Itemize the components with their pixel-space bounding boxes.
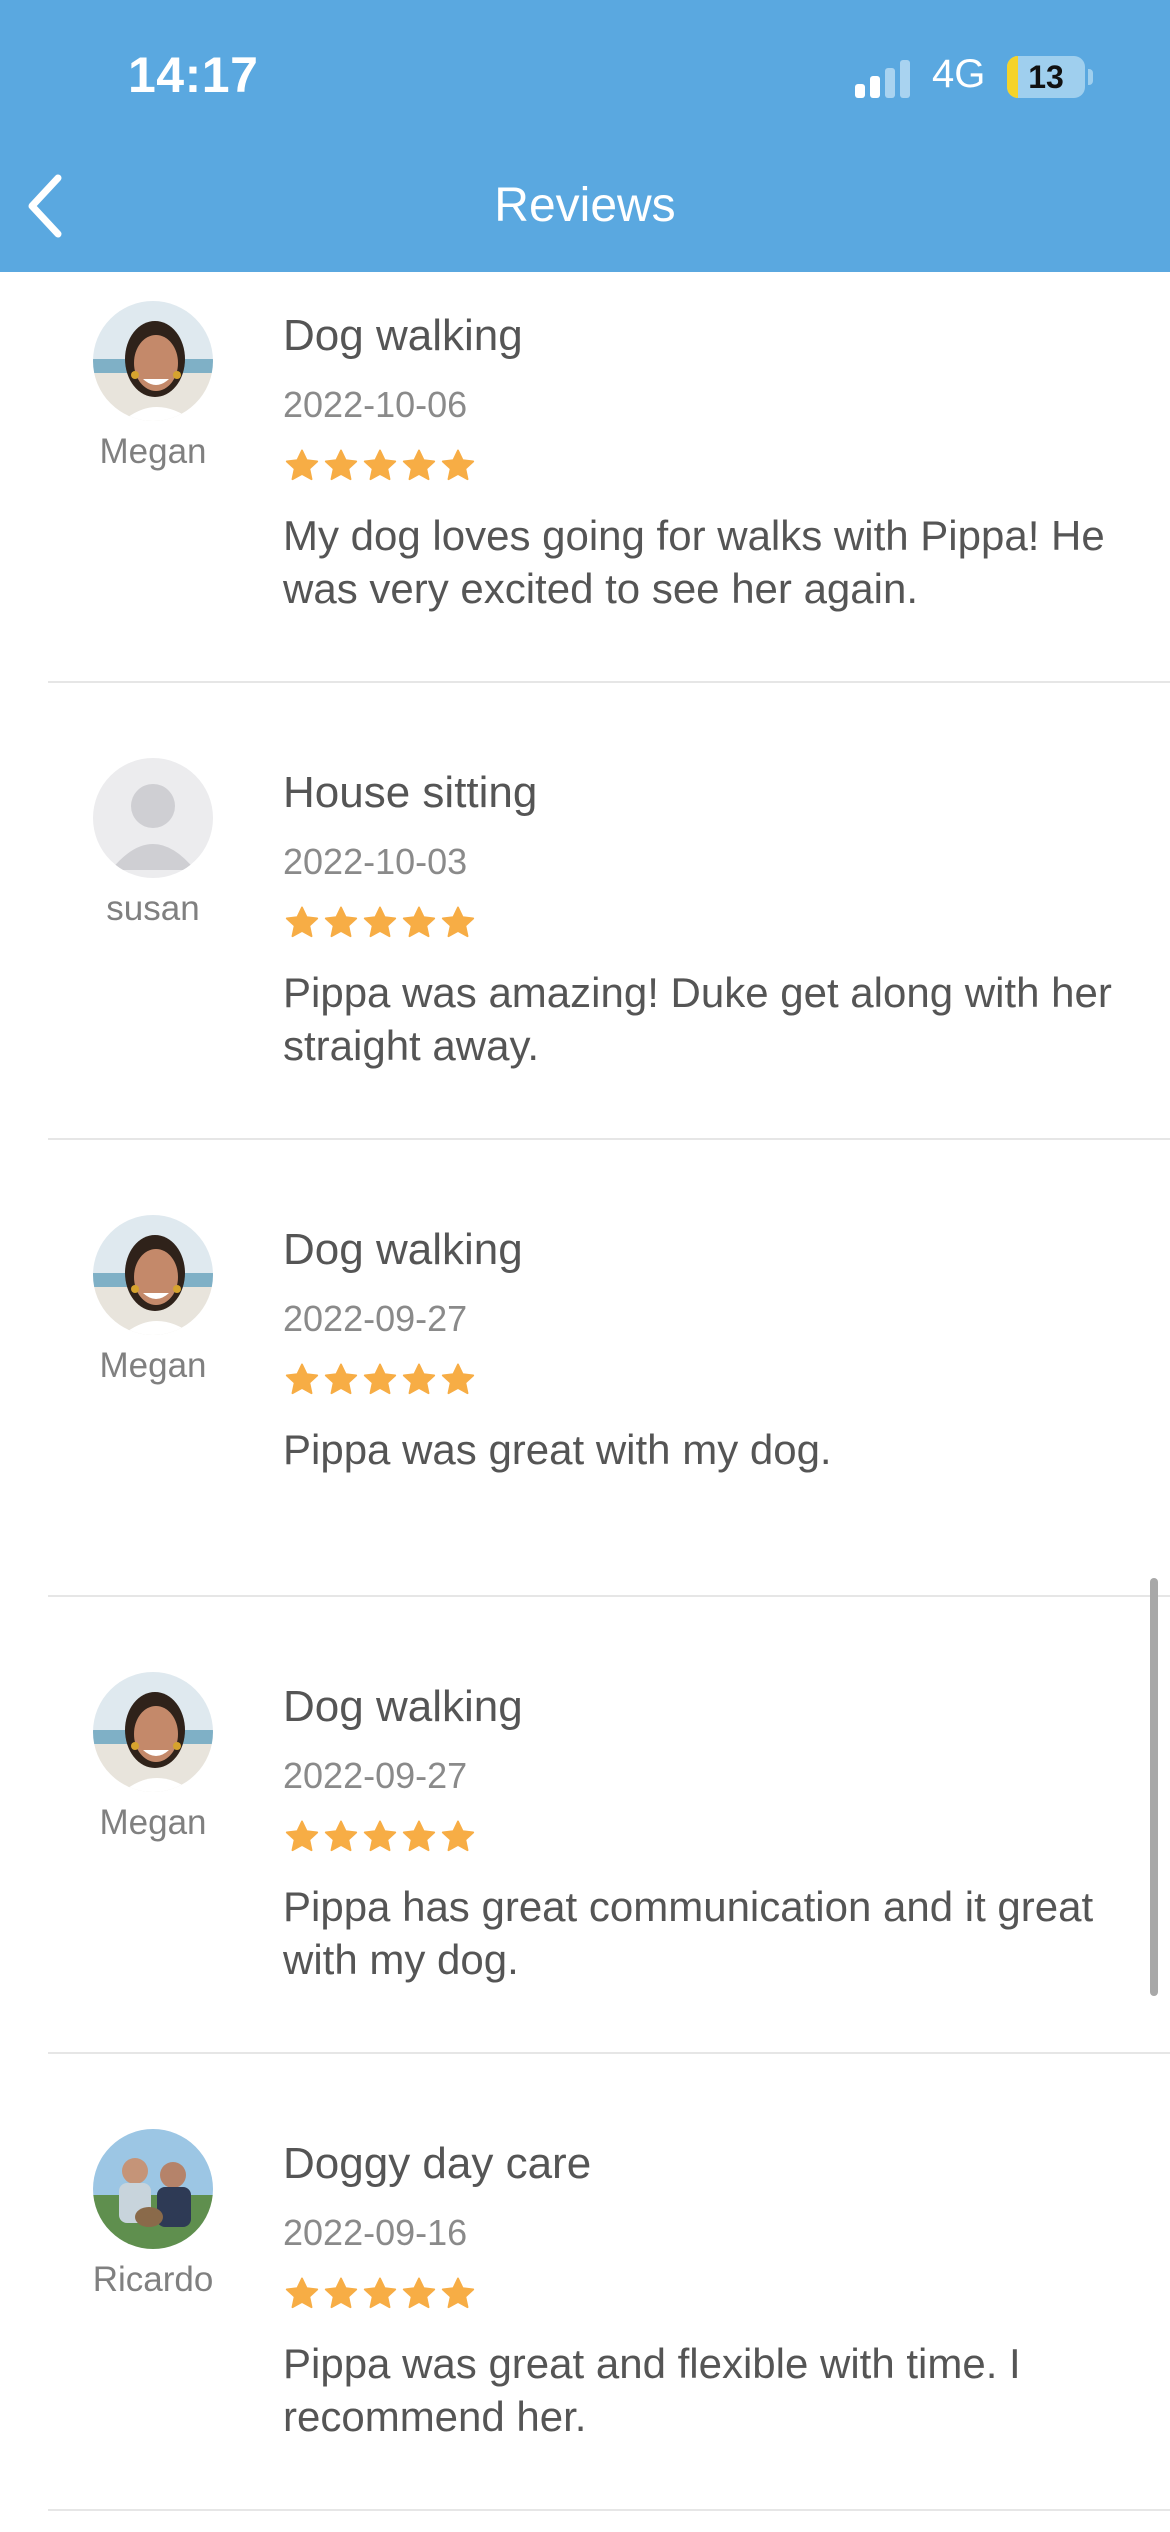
avatar[interactable] — [93, 1672, 213, 1792]
review-date: 2022-09-27 — [283, 1755, 468, 1796]
status-time: 14:17 — [128, 47, 259, 103]
service-type: Dog walking — [283, 311, 523, 360]
review-comment: Pippa was amazing! Duke get along with h… — [283, 969, 1112, 1069]
star-rating — [283, 904, 478, 944]
battery-tip — [1088, 69, 1093, 85]
star-icon — [402, 1363, 436, 1395]
review-item: Ricardo Doggy day care 2022-09-16 Pippa … — [48, 2054, 1170, 2511]
star-rating — [283, 1361, 478, 1401]
star-icon — [324, 2277, 358, 2309]
signal-strength-icon — [855, 58, 915, 98]
star-icon — [441, 906, 475, 938]
star-icon — [402, 2277, 436, 2309]
star-icon — [402, 449, 436, 481]
star-icon — [402, 1820, 436, 1852]
network-type: 4G — [932, 52, 986, 96]
star-icon — [285, 906, 319, 938]
service-type: House sitting — [283, 768, 538, 817]
review-comment: My dog loves going for walks with Pippa!… — [283, 512, 1105, 612]
star-rating — [283, 447, 478, 487]
avatar-photo — [93, 301, 213, 421]
star-icon — [363, 1363, 397, 1395]
star-icon — [324, 906, 358, 938]
battery-level: 13 — [1028, 59, 1064, 95]
service-type: Doggy day care — [283, 2139, 592, 2188]
review-comment: Pippa has great communication and it gre… — [283, 1883, 1094, 1983]
avatar[interactable] — [93, 758, 213, 878]
star-icon — [441, 2277, 475, 2309]
service-type: Dog walking — [283, 1682, 523, 1731]
default-user-icon — [93, 758, 213, 878]
star-icon — [324, 1820, 358, 1852]
battery-icon: 13 — [1007, 56, 1085, 98]
review-item: Megan Dog walking 2022-09-27 Pippa was g… — [48, 1140, 1170, 1597]
star-icon — [363, 449, 397, 481]
review-date: 2022-10-03 — [283, 841, 468, 882]
service-type: Dog walking — [283, 1225, 523, 1274]
star-icon — [285, 2277, 319, 2309]
star-icon — [441, 1363, 475, 1395]
review-date: 2022-09-27 — [283, 1298, 468, 1339]
review-item: Megan Dog walking 2022-09-27 Pippa has g… — [48, 1597, 1170, 2054]
reviewer-name: Megan — [99, 432, 207, 471]
scrollbar[interactable] — [1150, 1578, 1158, 1996]
star-icon — [402, 906, 436, 938]
star-icon — [441, 449, 475, 481]
star-icon — [285, 449, 319, 481]
reviewer-name: Megan — [99, 1346, 207, 1385]
review-date: 2022-09-16 — [283, 2212, 468, 2253]
star-icon — [363, 2277, 397, 2309]
avatar[interactable] — [93, 2129, 213, 2249]
star-icon — [363, 1820, 397, 1852]
star-icon — [285, 1820, 319, 1852]
reviewer-name: susan — [106, 889, 200, 928]
avatar-photo — [93, 2129, 213, 2249]
star-icon — [324, 449, 358, 481]
star-rating — [283, 2275, 478, 2315]
app-header: 14:17 4G 13 Reviews — [0, 0, 1170, 272]
avatar-photo — [93, 1215, 213, 1335]
review-date: 2022-10-06 — [283, 384, 468, 425]
reviewer-name: Ricardo — [92, 2260, 214, 2299]
page-title: Reviews — [494, 179, 676, 232]
star-rating — [283, 1818, 478, 1858]
star-icon — [285, 1363, 319, 1395]
avatar[interactable] — [93, 1215, 213, 1335]
reviews-list[interactable]: Megan Dog walking 2022-10-06 My dog love… — [0, 272, 1170, 2511]
review-item: susan House sitting 2022-10-03 Pippa was… — [48, 683, 1170, 1140]
star-icon — [441, 1820, 475, 1852]
star-icon — [363, 906, 397, 938]
review-comment: Pippa was great and flexible with time. … — [283, 2340, 1021, 2440]
reviewer-name: Megan — [99, 1803, 207, 1842]
star-icon — [324, 1363, 358, 1395]
avatar[interactable] — [93, 301, 213, 421]
review-item: Megan Dog walking 2022-10-06 My dog love… — [48, 272, 1170, 683]
review-comment: Pippa was great with my dog. — [283, 1426, 832, 1473]
avatar-photo — [93, 1672, 213, 1792]
